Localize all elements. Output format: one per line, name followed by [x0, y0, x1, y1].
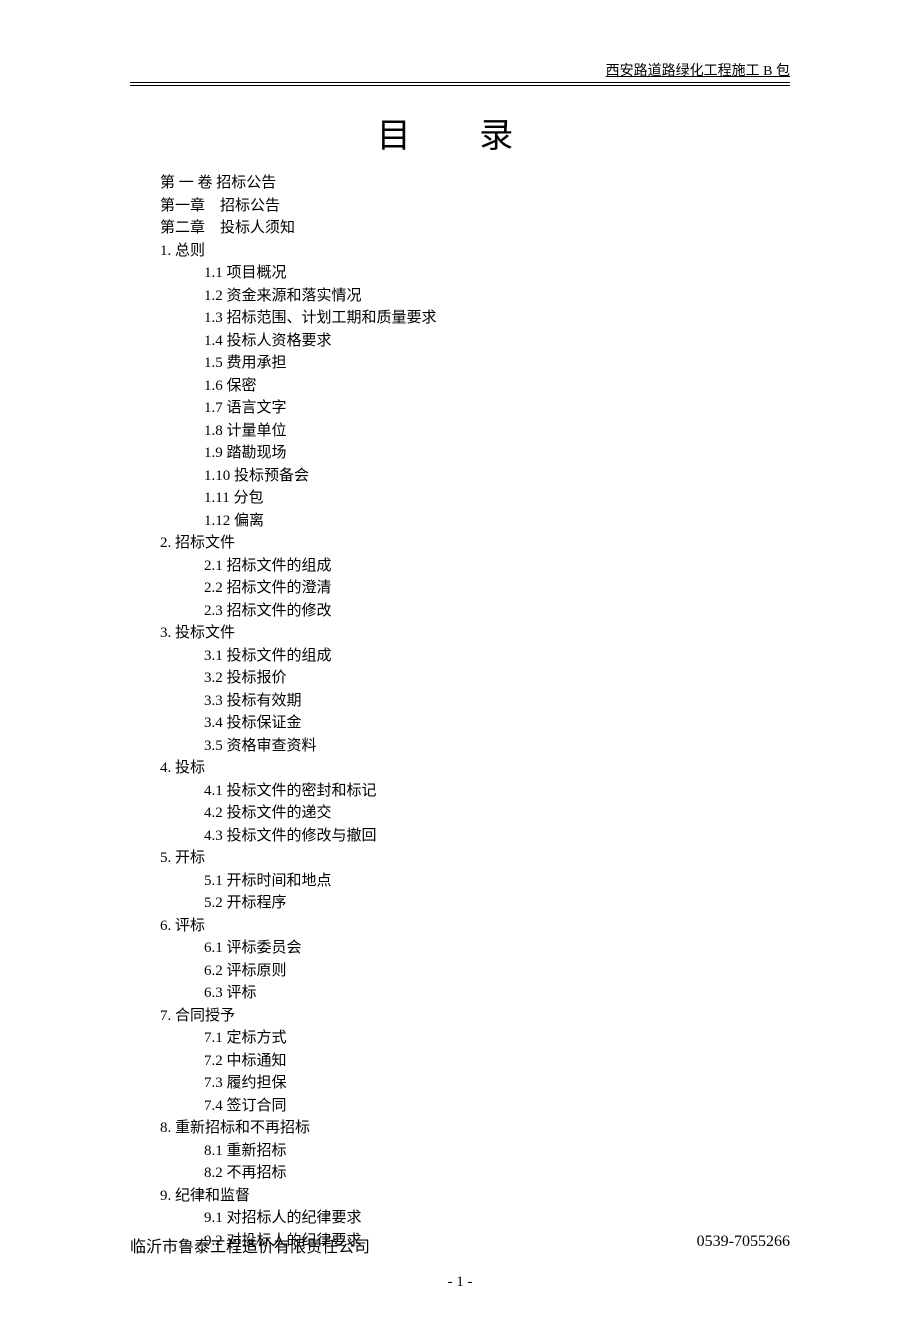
toc-entry: 1.4 投标人资格要求 [160, 330, 790, 353]
toc-entry: 第 一 卷 招标公告 [160, 172, 790, 195]
toc-entry: 1.5 费用承担 [160, 352, 790, 375]
toc-entry: 6.3 评标 [160, 982, 790, 1005]
toc-entry: 1.12 偏离 [160, 510, 790, 533]
header-text: 西安路道路绿化工程施工 B 包 [606, 64, 790, 79]
footer-phone: 0539-7055266 [697, 1233, 790, 1257]
toc-entry: 7.1 定标方式 [160, 1027, 790, 1050]
toc-entry: 1. 总则 [160, 240, 790, 263]
toc-entry: 8. 重新招标和不再招标 [160, 1117, 790, 1140]
toc-entry: 1.2 资金来源和落实情况 [160, 285, 790, 308]
toc-entry: 5. 开标 [160, 847, 790, 870]
table-of-contents: 第 一 卷 招标公告第一章 招标公告第二章 投标人须知1. 总则1.1 项目概况… [130, 172, 790, 1252]
page-footer: 临沂市鲁泰工程造价有限责任公司 0539-7055266 [130, 1233, 790, 1257]
toc-entry: 4. 投标 [160, 757, 790, 780]
toc-entry: 3.5 资格审查资料 [160, 735, 790, 758]
toc-entry: 6.1 评标委员会 [160, 937, 790, 960]
toc-entry: 1.7 语言文字 [160, 397, 790, 420]
toc-entry: 3.1 投标文件的组成 [160, 645, 790, 668]
toc-entry: 2.3 招标文件的修改 [160, 600, 790, 623]
toc-entry: 8.2 不再招标 [160, 1162, 790, 1185]
toc-entry: 6.2 评标原则 [160, 960, 790, 983]
toc-entry: 1.8 计量单位 [160, 420, 790, 443]
toc-entry: 8.1 重新招标 [160, 1140, 790, 1163]
toc-entry: 2. 招标文件 [160, 532, 790, 555]
page-number: - 1 - [130, 1274, 790, 1291]
toc-entry: 1.11 分包 [160, 487, 790, 510]
toc-entry: 1.6 保密 [160, 375, 790, 398]
toc-entry: 7. 合同授予 [160, 1005, 790, 1028]
toc-entry: 7.3 履约担保 [160, 1072, 790, 1095]
toc-entry: 3.2 投标报价 [160, 667, 790, 690]
toc-entry: 9. 纪律和监督 [160, 1185, 790, 1208]
toc-entry: 1.9 踏勘现场 [160, 442, 790, 465]
toc-entry: 2.2 招标文件的澄清 [160, 577, 790, 600]
toc-entry: 9.1 对招标人的纪律要求 [160, 1207, 790, 1230]
toc-entry: 3.3 投标有效期 [160, 690, 790, 713]
footer-company: 临沂市鲁泰工程造价有限责任公司 [130, 1233, 370, 1257]
document-title: 目 录 [130, 108, 790, 157]
toc-entry: 5.2 开标程序 [160, 892, 790, 915]
toc-entry: 3.4 投标保证金 [160, 712, 790, 735]
toc-entry: 4.2 投标文件的递交 [160, 802, 790, 825]
toc-entry: 4.1 投标文件的密封和标记 [160, 780, 790, 803]
toc-entry: 3. 投标文件 [160, 622, 790, 645]
toc-entry: 第二章 投标人须知 [160, 217, 790, 240]
page-header: 西安路道路绿化工程施工 B 包 [130, 60, 790, 83]
toc-entry: 4.3 投标文件的修改与撤回 [160, 825, 790, 848]
toc-entry: 6. 评标 [160, 915, 790, 938]
toc-entry: 第一章 招标公告 [160, 195, 790, 218]
toc-entry: 7.2 中标通知 [160, 1050, 790, 1073]
toc-entry: 5.1 开标时间和地点 [160, 870, 790, 893]
toc-entry: 7.4 签订合同 [160, 1095, 790, 1118]
toc-entry: 1.3 招标范围、计划工期和质量要求 [160, 307, 790, 330]
toc-entry: 1.10 投标预备会 [160, 465, 790, 488]
toc-entry: 2.1 招标文件的组成 [160, 555, 790, 578]
toc-entry: 1.1 项目概况 [160, 262, 790, 285]
